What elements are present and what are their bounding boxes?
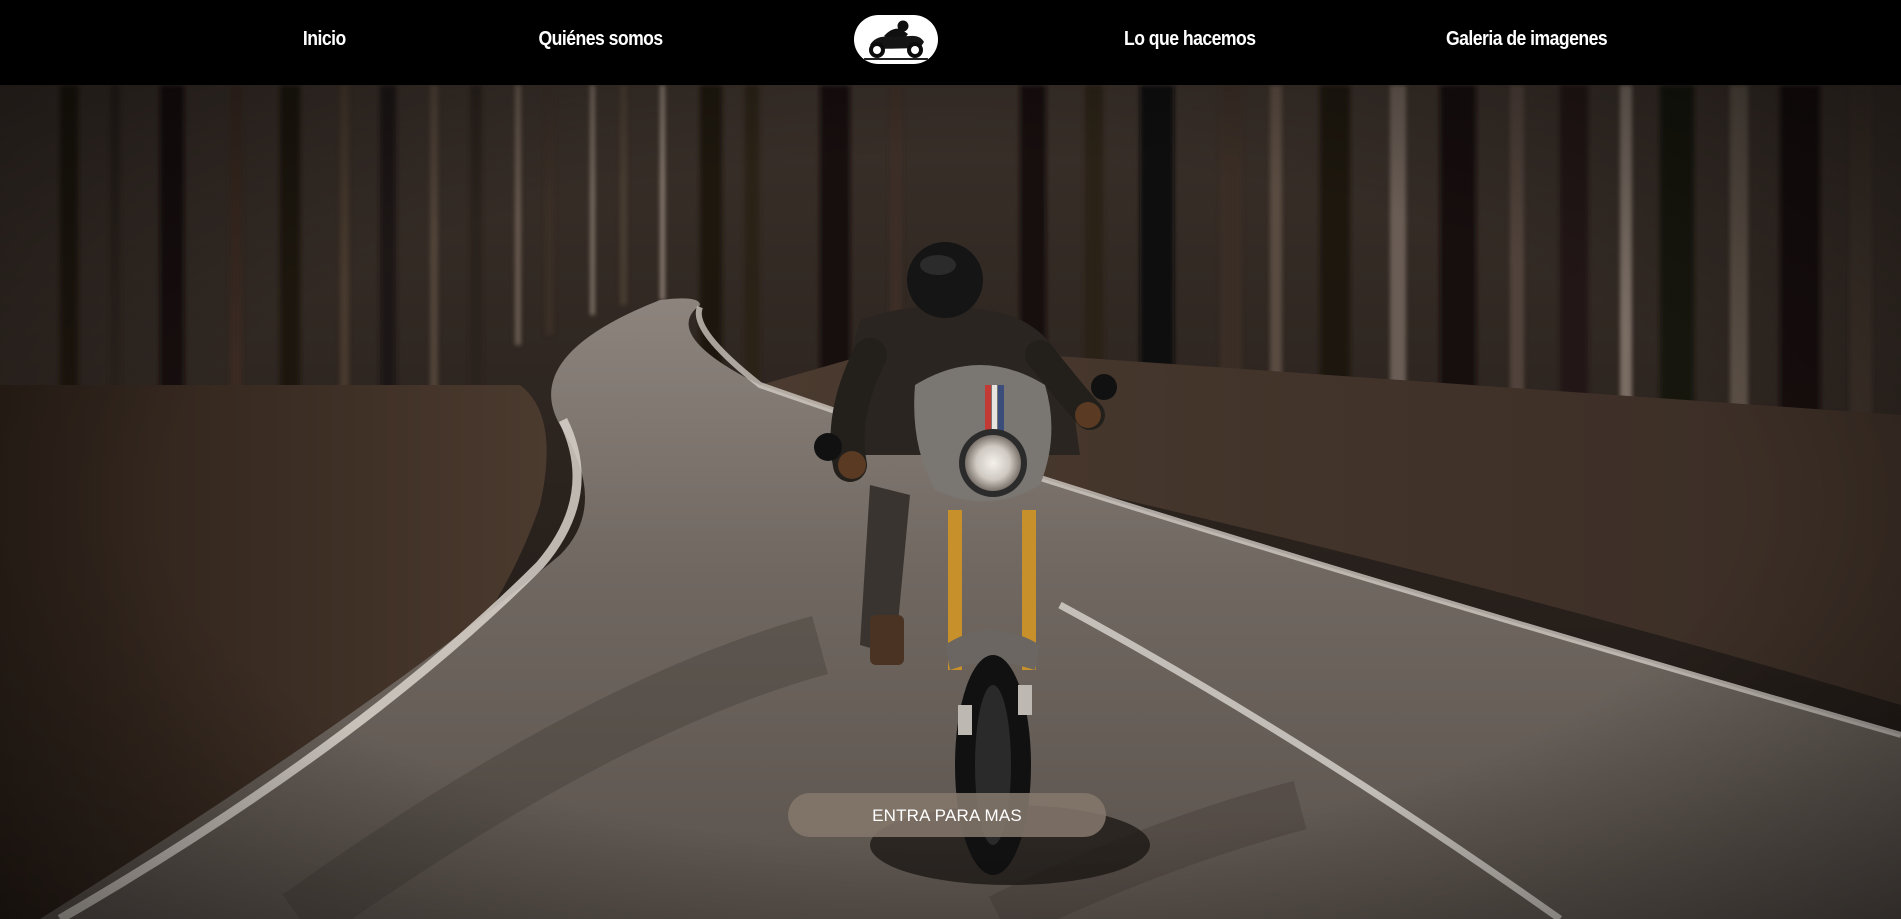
nav-link-galeria-de-imagenes[interactable]: Galeria de imagenes	[1446, 28, 1608, 51]
page: Inicio Quiénes somos Lo que hacemos Gale…	[0, 0, 1901, 919]
site-logo[interactable]	[854, 15, 938, 64]
nav-link-quienes-somos[interactable]: Quiénes somos	[538, 28, 663, 51]
entra-para-mas-button[interactable]: ENTRA PARA MAS	[788, 793, 1106, 837]
motorcycle-rider-icon	[864, 20, 928, 60]
nav-link-inicio[interactable]: Inicio	[303, 28, 346, 51]
top-navigation-bar: Inicio Quiénes somos Lo que hacemos Gale…	[0, 0, 1901, 85]
nav-link-lo-que-hacemos[interactable]: Lo que hacemos	[1124, 28, 1256, 51]
